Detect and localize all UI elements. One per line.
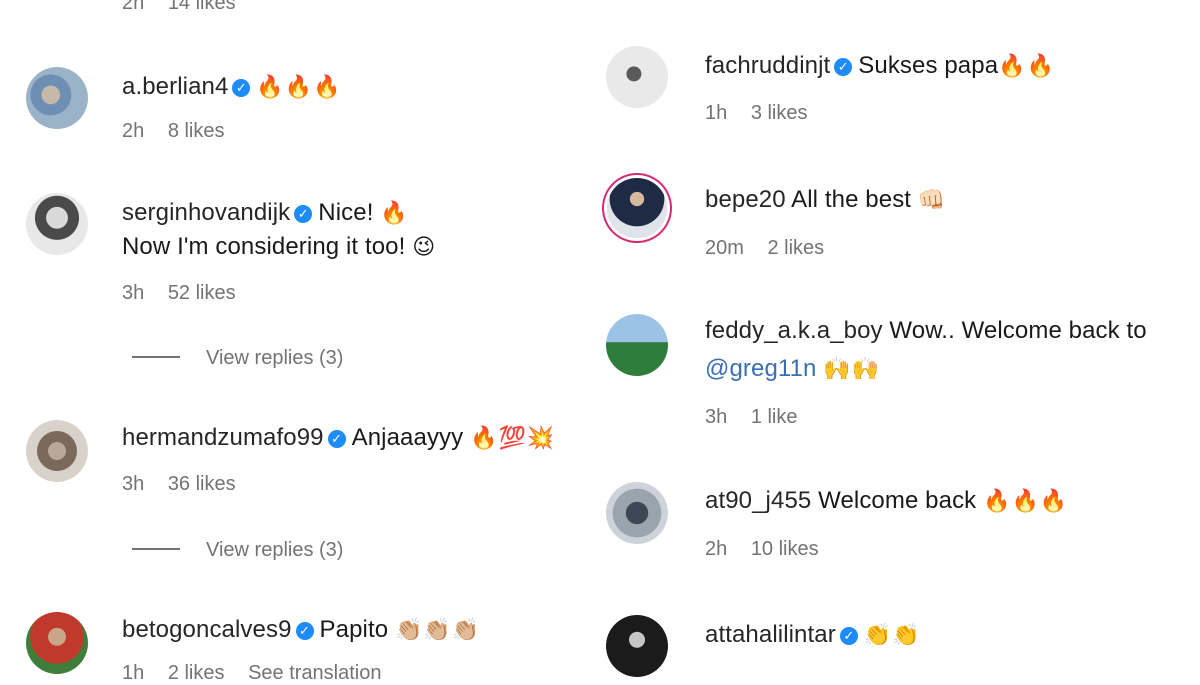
- username[interactable]: serginhovandijk: [122, 199, 290, 226]
- time: 20m: [705, 237, 744, 259]
- comment-text: bepe20 All the best 👊🏻: [705, 183, 946, 217]
- username[interactable]: at90_j455: [705, 487, 811, 514]
- comment-emoji: 🔥: [380, 200, 409, 225]
- comment-text-line2: Now I'm considering it too! 😉: [122, 230, 436, 264]
- avatar[interactable]: [26, 193, 88, 255]
- avatar[interactable]: [606, 46, 668, 108]
- avatar[interactable]: [26, 420, 88, 482]
- username[interactable]: fachruddinjt: [705, 52, 830, 79]
- comment-meta: 20m 2 likes: [705, 237, 842, 260]
- comment-emoji: 👏👏: [863, 622, 921, 647]
- like-count[interactable]: 3 likes: [751, 102, 808, 124]
- comment-emoji: 👊🏻: [917, 187, 947, 212]
- replies-divider: [132, 356, 180, 358]
- comment-body: Nice!: [318, 199, 374, 226]
- comment-emoji: 🔥💯💥: [470, 425, 556, 450]
- verified-badge-icon: ✓: [327, 430, 346, 448]
- username[interactable]: feddy_a.k.a_boy: [705, 317, 883, 344]
- avatar[interactable]: [606, 615, 668, 677]
- comment-body: Papito: [319, 616, 389, 643]
- mention-link[interactable]: @greg11n: [705, 355, 816, 382]
- comment-text: fachruddinjt ✓ Sukses papa🔥🔥: [705, 49, 1055, 83]
- like-count[interactable]: 1 like: [751, 406, 798, 428]
- verified-badge-icon: ✓: [834, 58, 853, 76]
- time: 3h: [122, 282, 145, 304]
- time: 3h: [705, 406, 728, 428]
- comment-body: Welcome back: [818, 487, 977, 514]
- like-count[interactable]: 10 likes: [751, 538, 819, 560]
- comment-body: All the best: [791, 186, 912, 213]
- view-replies-label: View replies (3): [206, 347, 344, 369]
- username[interactable]: attahalilintar: [705, 621, 836, 648]
- comment-text: serginhovandijk ✓ Nice! 🔥: [122, 196, 409, 230]
- comment-text: at90_j455 Welcome back 🔥🔥🔥: [705, 484, 1068, 518]
- username[interactable]: bepe20: [705, 186, 786, 213]
- avatar[interactable]: [606, 314, 668, 376]
- comment-meta: 3h 52 likes: [122, 282, 254, 305]
- comment-emoji: 🔥🔥: [998, 53, 1055, 78]
- comment-meta: 2h 10 likes: [705, 538, 837, 561]
- comment-text-line2: @greg11n 🙌🙌: [705, 352, 880, 386]
- comment-body: Now I'm considering it too!: [122, 233, 406, 260]
- like-count[interactable]: 36 likes: [168, 473, 236, 495]
- verified-badge-icon: ✓: [294, 205, 313, 223]
- time: 3h: [122, 473, 145, 495]
- like-count[interactable]: 14 likes: [168, 0, 236, 14]
- comment-meta: 3h 36 likes: [122, 473, 254, 496]
- comment-body: Wow.. Welcome back to: [889, 317, 1147, 344]
- time: 2h: [122, 0, 145, 14]
- comment-text: attahalilintar ✓ 👏👏: [705, 618, 921, 652]
- username[interactable]: hermandzumafo99: [122, 424, 324, 451]
- like-count[interactable]: 8 likes: [168, 120, 225, 142]
- comment-meta: 1h 3 likes: [705, 102, 826, 125]
- comment-emoji: 🙌🙌: [823, 356, 881, 381]
- time: 2h: [122, 120, 145, 142]
- comment-meta-top: 2h 14 likes: [122, 0, 254, 15]
- like-count[interactable]: 2 likes: [168, 662, 225, 684]
- view-replies-label: View replies (3): [206, 539, 344, 561]
- username[interactable]: betogoncalves9: [122, 616, 292, 643]
- avatar[interactable]: [26, 612, 88, 674]
- view-replies-button[interactable]: View replies (3): [132, 539, 343, 562]
- comment-meta: 1h 2 likes See translation: [122, 662, 400, 685]
- username[interactable]: a.berlian4: [122, 73, 228, 100]
- comment-meta: 2h 8 likes: [122, 120, 243, 143]
- avatar[interactable]: [26, 67, 88, 129]
- comment-emoji: 🔥🔥🔥: [983, 488, 1069, 513]
- avatar[interactable]: [606, 482, 668, 544]
- like-count[interactable]: 52 likes: [168, 282, 236, 304]
- like-count[interactable]: 2 likes: [767, 237, 824, 259]
- comment-emoji: 😉: [412, 234, 437, 259]
- comment-text: a.berlian4 ✓ 🔥🔥🔥: [122, 70, 342, 104]
- time: 1h: [122, 662, 145, 684]
- comment-text: betogoncalves9 ✓ Papito 👏🏼👏🏼👏🏼: [122, 613, 480, 647]
- verified-badge-icon: ✓: [839, 627, 858, 645]
- comment-text: feddy_a.k.a_boy Wow.. Welcome back to: [705, 314, 1147, 348]
- time: 2h: [705, 538, 728, 560]
- comment-text: hermandzumafo99 ✓ Anjaaayyy 🔥💯💥: [122, 421, 555, 455]
- comment-meta: 3h 1 like: [705, 406, 816, 429]
- verified-badge-icon: ✓: [295, 622, 314, 640]
- comment-body: Anjaaayyy: [351, 424, 464, 451]
- replies-divider: [132, 548, 180, 550]
- comment-body: Sukses papa: [858, 52, 999, 79]
- comment-emoji: 👏🏼👏🏼👏🏼: [394, 617, 481, 642]
- time: 1h: [705, 102, 728, 124]
- see-translation-link[interactable]: See translation: [248, 662, 381, 684]
- view-replies-button[interactable]: View replies (3): [132, 347, 343, 370]
- comment-emoji: 🔥🔥🔥: [256, 74, 342, 99]
- avatar-story[interactable]: [607, 178, 667, 238]
- verified-badge-icon: ✓: [232, 79, 251, 97]
